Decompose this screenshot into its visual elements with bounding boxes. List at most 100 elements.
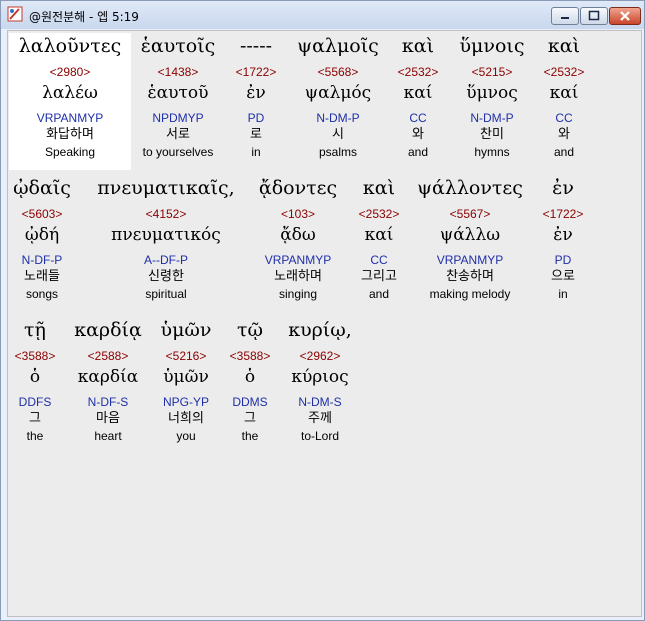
strong-number: <103> <box>280 207 316 221</box>
english-gloss: heart <box>94 429 122 443</box>
korean-gloss: 마음 <box>96 411 120 426</box>
lemma: ὕμνος <box>466 83 518 103</box>
word-column[interactable]: λαλοῦντες <2980> λαλέω VRPANMYP 화답하며 Spe… <box>10 31 130 160</box>
word-column[interactable]: καρδίᾳ <2588> καρδία N-DF-S 마음 heart <box>70 315 146 444</box>
lemma: ἐν <box>246 83 266 103</box>
strong-number: <5603> <box>21 207 63 221</box>
parse-code: PD <box>554 253 572 267</box>
korean-gloss: 노래들 <box>24 269 60 284</box>
lemma: καρδία <box>77 367 139 387</box>
parse-code: VRPANMYP <box>436 253 504 267</box>
parse-code: N-DM-P <box>316 111 360 125</box>
english-gloss: in <box>251 145 261 159</box>
strong-number: <5568> <box>317 65 359 79</box>
word-column[interactable]: ᾄδοντες <103> ᾄδω VRPANMYP 노래하며 singing <box>248 173 348 302</box>
lemma: πνευματικός <box>111 225 221 245</box>
greek-word: ὕμνοις <box>459 35 525 57</box>
maximize-icon <box>588 10 600 21</box>
english-gloss: hymns <box>474 145 510 159</box>
parse-code: A--DF-P <box>144 253 188 267</box>
parse-code: N-DF-S <box>87 395 129 409</box>
greek-word: ἐν <box>552 177 574 199</box>
strong-number: <5216> <box>165 349 207 363</box>
greek-word: ὑμῶν <box>160 319 212 341</box>
korean-gloss: 찬송하며 <box>446 269 494 284</box>
greek-word: ἑαυτοῖς <box>140 35 216 57</box>
greek-word: καὶ <box>401 35 435 57</box>
strong-number: <3588> <box>14 349 56 363</box>
english-gloss: and <box>553 145 575 159</box>
strong-number: <2532> <box>543 65 585 79</box>
korean-gloss: 으로 <box>551 269 575 284</box>
strong-number: <1438> <box>157 65 199 79</box>
lemma: ψάλλω <box>439 225 501 245</box>
strong-number: <2980> <box>49 65 91 79</box>
lemma: καί <box>403 83 433 103</box>
korean-gloss: 그 <box>29 411 41 426</box>
word-column[interactable]: ᾠδαῖς <5603> ᾠδή N-DF-P 노래들 songs <box>8 173 76 302</box>
title-bar[interactable]: @원전분해 - 엡 5:19 <box>1 1 644 29</box>
parse-code: NPDMYP <box>152 111 204 125</box>
greek-word: λαλοῦντες <box>18 35 122 57</box>
strong-number: <1722> <box>542 207 584 221</box>
close-button[interactable] <box>609 7 641 25</box>
english-gloss: making melody <box>429 287 511 301</box>
parse-code: N-DF-P <box>21 253 63 267</box>
word-column[interactable]: κυρίῳ, <2962> κύριος N-DM-S 주께 to-Lord <box>280 315 360 444</box>
lemma: ᾠδή <box>24 225 60 245</box>
korean-gloss: 그리고 <box>361 269 397 284</box>
english-gloss: the <box>26 429 44 443</box>
maximize-button[interactable] <box>580 7 608 25</box>
word-column[interactable]: ἑαυτοῖς <1438> ἑαυτοῦ NPDMYP 서로 to yours… <box>132 31 224 160</box>
word-column[interactable]: ἐν <1722> ἐν PD 으로 in <box>534 173 592 302</box>
app-logo-icon <box>7 6 23 22</box>
parse-code: NPG-YP <box>162 395 209 409</box>
word-column[interactable]: καὶ <2532> καί CC 그리고 and <box>348 173 410 302</box>
word-column[interactable]: ὕμνοις <5215> ὕμνος N-DM-P 찬미 hymns <box>452 31 532 160</box>
parse-code: VRPANMYP <box>36 111 104 125</box>
english-gloss: you <box>176 429 196 443</box>
korean-gloss: 찬미 <box>480 127 504 142</box>
lemma: ᾄδω <box>280 225 316 245</box>
word-column[interactable]: ψάλλοντες <5567> ψάλλω VRPANMYP 찬송하며 mak… <box>412 173 528 302</box>
greek-word: πνευματικαῖς, <box>97 177 235 199</box>
english-gloss: to-Lord <box>300 429 340 443</box>
lemma: κύριος <box>291 367 349 387</box>
korean-gloss: 로 <box>250 127 262 142</box>
strong-number: <2532> <box>397 65 439 79</box>
word-column[interactable]: τῷ <3588> ὁ DDMS 그 the <box>226 315 274 444</box>
greek-word: ψαλμοῖς <box>297 35 379 57</box>
strong-number: <5567> <box>449 207 491 221</box>
word-column[interactable]: ψαλμοῖς <5568> ψαλμός N-DM-P 시 psalms <box>288 31 388 160</box>
parse-code: CC <box>370 253 388 267</box>
lemma: ἑαυτοῦ <box>147 83 209 103</box>
english-gloss: and <box>368 287 390 301</box>
korean-gloss: 시 <box>332 127 344 142</box>
word-column[interactable]: τῇ <3588> ὁ DDFS 그 the <box>10 315 60 444</box>
lemma: ὁ <box>29 367 41 387</box>
english-gloss: spiritual <box>145 287 187 301</box>
english-gloss: Speaking <box>44 145 96 159</box>
greek-word: καὶ <box>362 177 396 199</box>
strong-number: <1722> <box>235 65 277 79</box>
strong-number: <2532> <box>358 207 400 221</box>
word-column[interactable]: ----- <1722> ἐν PD 로 in <box>228 31 284 160</box>
korean-gloss: 화답하며 <box>46 127 94 142</box>
word-column[interactable]: πνευματικαῖς, <4152> πνευματικός A--DF-P… <box>88 173 244 302</box>
greek-word: ----- <box>239 35 273 57</box>
parse-code: N-DM-S <box>298 395 342 409</box>
korean-gloss: 너희의 <box>168 411 204 426</box>
window-title: @원전분해 - 엡 5:19 <box>29 10 139 24</box>
strong-number: <2588> <box>87 349 129 363</box>
parse-code: VRPANMYP <box>264 253 332 267</box>
parsing-panel: λαλοῦντες <2980> λαλέω VRPANMYP 화답하며 Spe… <box>7 30 642 617</box>
word-column[interactable]: καὶ <2532> καί CC 와 and <box>536 31 592 160</box>
lemma: ὁ <box>244 367 256 387</box>
word-column[interactable]: ὑμῶν <5216> ὑμῶν NPG-YP 너희의 you <box>152 315 220 444</box>
korean-gloss: 와 <box>412 127 424 142</box>
english-gloss: songs <box>25 287 59 301</box>
greek-word: ᾄδοντες <box>258 177 338 199</box>
strong-number: <2962> <box>299 349 341 363</box>
minimize-button[interactable] <box>551 7 579 25</box>
word-column[interactable]: καὶ <2532> καί CC 와 and <box>390 31 446 160</box>
